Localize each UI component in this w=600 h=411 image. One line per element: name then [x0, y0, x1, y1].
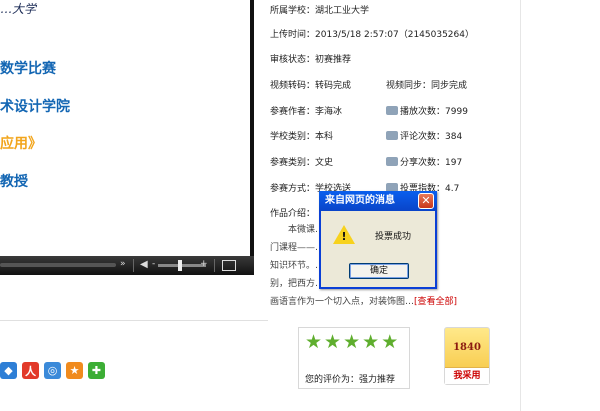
- star-rating[interactable]: ★ ★ ★ ★ ★: [305, 332, 398, 352]
- info-upload-time: 上传时间：2013/5/18 2:57:07（2145035264）: [270, 30, 474, 40]
- warning-icon-mark: !: [341, 230, 347, 243]
- slide-logo: …大学: [0, 2, 37, 16]
- alert-dialog: 来自网页的消息 ✕ ! 投票成功 确定: [319, 191, 437, 289]
- share-star-icon[interactable]: ★: [66, 362, 83, 379]
- progress-bar[interactable]: [0, 263, 116, 267]
- star-icon[interactable]: ★: [362, 332, 379, 352]
- info-transcode: 视频转码：转码完成: [270, 81, 352, 91]
- info-category: 参赛类别：文史: [270, 158, 334, 168]
- adopt-button[interactable]: 我采用: [445, 367, 489, 384]
- star-icon[interactable]: ★: [381, 332, 398, 352]
- share-renren-icon[interactable]: 人: [22, 362, 39, 379]
- info-comments: 评论次数：384: [386, 130, 462, 144]
- intro-label: 作品介绍：: [270, 209, 316, 219]
- close-icon[interactable]: ✕: [418, 193, 434, 209]
- volume-slider-handle[interactable]: [178, 260, 182, 271]
- star-icon[interactable]: ★: [305, 332, 322, 352]
- volume-icon[interactable]: ◀: [140, 259, 148, 270]
- rating-value: 强力推荐: [359, 375, 396, 385]
- video-controls: » ◀ - +: [0, 256, 254, 275]
- slide-line: 应用》: [0, 136, 42, 152]
- share-kaixin-icon[interactable]: ◎: [44, 362, 61, 379]
- info-author: 参赛作者：李海冰: [270, 107, 343, 117]
- info-school-type: 学校类别：本科: [270, 132, 334, 142]
- info-sync: 视频同步：同步完成: [386, 81, 468, 91]
- video-player[interactable]: …大学 数学比赛 术设计学院 应用》 教授 » ◀ - +: [0, 0, 254, 275]
- divider: [214, 259, 215, 272]
- view-all-link[interactable]: [查看全部]: [414, 297, 457, 307]
- slide-line: 数学比赛: [0, 61, 56, 77]
- volume-slider[interactable]: [158, 264, 206, 267]
- adopt-widget: 1840 我采用: [444, 327, 490, 385]
- section-divider: [0, 320, 268, 321]
- star-icon[interactable]: ★: [324, 332, 341, 352]
- share-more-icon[interactable]: ✚: [88, 362, 105, 379]
- volume-up-icon[interactable]: +: [200, 259, 208, 269]
- dialog-message: 投票成功: [375, 232, 412, 242]
- video-border: [250, 0, 254, 275]
- share-bar: ◆ 人 ◎ ★ ✚: [0, 362, 105, 379]
- share-count-icon: [386, 157, 398, 166]
- ok-button[interactable]: 确定: [349, 263, 409, 279]
- info-review-status: 审核状态：初赛推荐: [270, 55, 352, 65]
- slide-line: 教授: [0, 174, 28, 190]
- adopt-count: 1840: [453, 342, 481, 353]
- volume-down-icon[interactable]: -: [152, 259, 155, 269]
- info-plays: 播放次数：7999: [386, 105, 468, 119]
- fullscreen-icon[interactable]: [222, 260, 236, 271]
- comment-icon: [386, 131, 398, 140]
- play-count-icon: [386, 106, 398, 115]
- share-weibo-icon[interactable]: ◆: [0, 362, 17, 379]
- video-frame: …大学 数学比赛 术设计学院 应用》 教授: [0, 0, 250, 256]
- info-school: 所属学校：湖北工业大学: [270, 6, 370, 16]
- content-border: [520, 0, 521, 411]
- slide-line: 术设计学院: [0, 99, 70, 115]
- rating-widget: ★ ★ ★ ★ ★ 您的评价为：强力推荐: [298, 327, 410, 389]
- rating-label: 您的评价为：强力推荐: [305, 375, 396, 385]
- star-icon[interactable]: ★: [343, 332, 360, 352]
- info-shares: 分享次数：197: [386, 156, 462, 170]
- divider: [133, 259, 134, 272]
- next-icon[interactable]: »: [120, 259, 126, 269]
